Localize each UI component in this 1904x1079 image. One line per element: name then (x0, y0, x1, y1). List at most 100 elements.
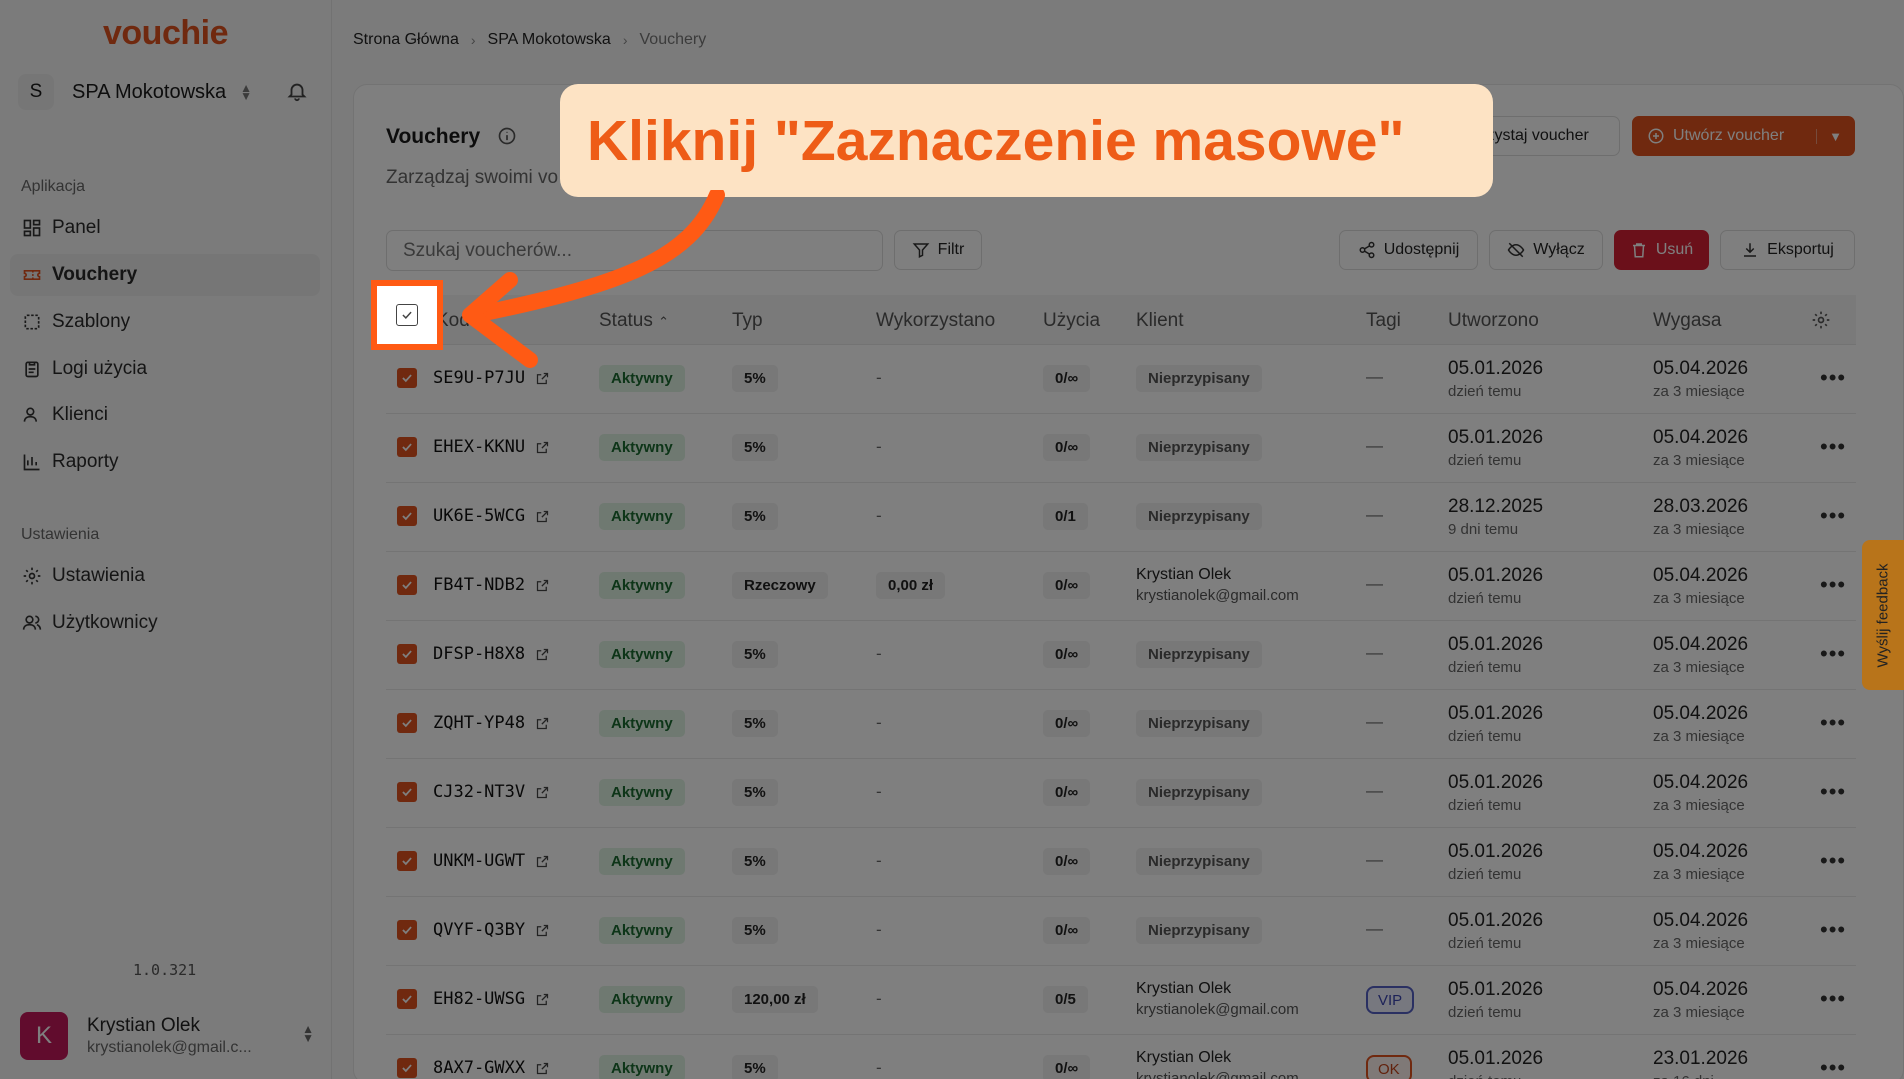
external-link-icon[interactable] (535, 509, 550, 524)
row-checkbox[interactable] (397, 437, 417, 457)
external-link-icon[interactable] (535, 716, 550, 731)
voucher-code[interactable]: QVYF-Q3BY (433, 920, 550, 940)
expires-date: 05.04.2026 (1653, 772, 1749, 793)
table-row[interactable]: UK6E-5WCG Aktywny 5% - 0/1 Nieprzypisany… (386, 483, 1856, 552)
th-uses[interactable]: Użycia (1043, 310, 1100, 332)
external-link-icon[interactable] (535, 578, 550, 593)
bulk-select-checkbox-highlight[interactable] (371, 280, 443, 350)
client-badge: Nieprzypisany (1136, 641, 1262, 668)
row-more-icon[interactable]: ••• (1820, 917, 1846, 943)
voucher-code[interactable]: FB4T-NDB2 (433, 575, 550, 595)
row-checkbox[interactable] (397, 644, 417, 664)
row-more-icon[interactable]: ••• (1820, 986, 1846, 1012)
row-checkbox[interactable] (397, 851, 417, 871)
table-row[interactable]: EHEX-KKNU Aktywny 5% - 0/∞ Nieprzypisany… (386, 414, 1856, 483)
sidebar-item-logi[interactable]: Logi użycia (10, 348, 320, 390)
export-button[interactable]: Eksportuj (1720, 230, 1855, 270)
bulk-select-checkbox[interactable] (396, 304, 418, 326)
sidebar-item-vouchery[interactable]: Vouchery (10, 254, 320, 296)
trash-icon (1632, 243, 1645, 258)
user-menu[interactable]: K Krystian Olek krystianolek@gmail.c... … (20, 1011, 320, 1061)
table-row[interactable]: FB4T-NDB2 Aktywny Rzeczowy 0,00 zł 0/∞ K… (386, 552, 1856, 621)
type-badge: Rzeczowy (732, 572, 828, 599)
info-icon[interactable] (497, 126, 517, 146)
row-more-icon[interactable]: ••• (1820, 779, 1846, 805)
sidebar-item-uzytkownicy[interactable]: Użytkownicy (10, 602, 320, 644)
sidebar-item-ustawienia[interactable]: Ustawienia (10, 555, 320, 597)
client-badge: Nieprzypisany (1136, 848, 1262, 875)
external-link-icon[interactable] (535, 923, 550, 938)
filter-button[interactable]: Filtr (894, 230, 982, 270)
chevron-down-icon[interactable]: ▼ (1816, 128, 1842, 144)
sidebar-item-klienci[interactable]: Klienci (10, 394, 320, 436)
create-voucher-label: Utwórz voucher (1673, 127, 1785, 144)
row-checkbox[interactable] (397, 782, 417, 802)
th-used[interactable]: Wykorzystano (876, 310, 995, 332)
bell-icon[interactable] (286, 80, 308, 102)
sidebar-item-raporty[interactable]: Raporty (10, 441, 320, 483)
sidebar-item-szablony[interactable]: Szablony (10, 301, 320, 343)
voucher-code[interactable]: ZQHT-YP48 (433, 713, 550, 733)
status-badge: Aktywny (599, 710, 685, 737)
external-link-icon[interactable] (535, 785, 550, 800)
table-row[interactable]: CJ32-NT3V Aktywny 5% - 0/∞ Nieprzypisany… (386, 759, 1856, 828)
type-badge: 5% (732, 503, 778, 530)
row-more-icon[interactable]: ••• (1820, 710, 1846, 736)
row-checkbox[interactable] (397, 368, 417, 388)
delete-button[interactable]: Usuń (1614, 230, 1709, 270)
row-checkbox[interactable] (397, 920, 417, 940)
row-more-icon[interactable]: ••• (1820, 503, 1846, 529)
row-more-icon[interactable]: ••• (1820, 434, 1846, 460)
row-checkbox[interactable] (397, 575, 417, 595)
th-created[interactable]: Utworzono (1448, 310, 1539, 332)
row-checkbox[interactable] (397, 713, 417, 733)
check-icon (402, 374, 412, 383)
row-more-icon[interactable]: ••• (1820, 572, 1846, 598)
chevron-updown-icon: ▲ ▼ (240, 81, 253, 103)
created-relative: dzień temu (1448, 1004, 1522, 1021)
row-checkbox[interactable] (397, 989, 417, 1009)
voucher-code[interactable]: 8AX7-GWXX (433, 1058, 550, 1078)
external-link-icon[interactable] (535, 992, 550, 1007)
voucher-code-text: FB4T-NDB2 (433, 575, 526, 595)
expires-relative: za 3 miesiące (1653, 866, 1745, 883)
table-row[interactable]: EH82-UWSG Aktywny 120,00 zł - 0/5 Krysti… (386, 966, 1856, 1035)
app-logo[interactable]: vouchie (103, 14, 228, 53)
voucher-code[interactable]: UK6E-5WCG (433, 506, 550, 526)
table-row[interactable]: DFSP-H8X8 Aktywny 5% - 0/∞ Nieprzypisany… (386, 621, 1856, 690)
table-row[interactable]: ZQHT-YP48 Aktywny 5% - 0/∞ Nieprzypisany… (386, 690, 1856, 759)
breadcrumb-home[interactable]: Strona Główna (353, 31, 459, 49)
external-link-icon[interactable] (535, 1061, 550, 1076)
column-settings-gear-icon[interactable] (1811, 310, 1831, 330)
voucher-code[interactable]: UNKM-UGWT (433, 851, 550, 871)
status-badge: Aktywny (599, 917, 685, 944)
feedback-tab[interactable]: Wyślij feedback (1862, 540, 1904, 690)
th-client[interactable]: Klient (1136, 310, 1184, 332)
created-relative: dzień temu (1448, 797, 1522, 814)
voucher-code[interactable]: EHEX-KKNU (433, 437, 550, 457)
row-more-icon[interactable]: ••• (1820, 365, 1846, 391)
th-expires[interactable]: Wygasa (1653, 310, 1721, 332)
external-link-icon[interactable] (535, 647, 550, 662)
th-tags[interactable]: Tagi (1366, 310, 1401, 332)
row-more-icon[interactable]: ••• (1820, 848, 1846, 874)
voucher-code[interactable]: CJ32-NT3V (433, 782, 550, 802)
voucher-code[interactable]: EH82-UWSG (433, 989, 550, 1009)
expires-relative: za 3 miesiące (1653, 797, 1745, 814)
row-checkbox[interactable] (397, 1058, 417, 1078)
share-button[interactable]: Udostępnij (1339, 230, 1478, 270)
org-switcher[interactable]: S SPA Mokotowska ▲ ▼ (18, 74, 318, 110)
table-row[interactable]: 8AX7-GWXX Aktywny 5% - 0/∞ Krystian Olek… (386, 1035, 1856, 1079)
external-link-icon[interactable] (535, 854, 550, 869)
row-more-icon[interactable]: ••• (1820, 641, 1846, 667)
disable-button[interactable]: Wyłącz (1489, 230, 1603, 270)
row-more-icon[interactable]: ••• (1820, 1055, 1846, 1079)
sidebar-item-panel[interactable]: Panel (10, 207, 320, 249)
voucher-code[interactable]: DFSP-H8X8 (433, 644, 550, 664)
external-link-icon[interactable] (535, 440, 550, 455)
create-voucher-button[interactable]: Utwórz voucher ▼ (1632, 116, 1855, 156)
breadcrumb-org[interactable]: SPA Mokotowska (488, 31, 611, 49)
row-checkbox[interactable] (397, 506, 417, 526)
table-row[interactable]: UNKM-UGWT Aktywny 5% - 0/∞ Nieprzypisany… (386, 828, 1856, 897)
table-row[interactable]: QVYF-Q3BY Aktywny 5% - 0/∞ Nieprzypisany… (386, 897, 1856, 966)
